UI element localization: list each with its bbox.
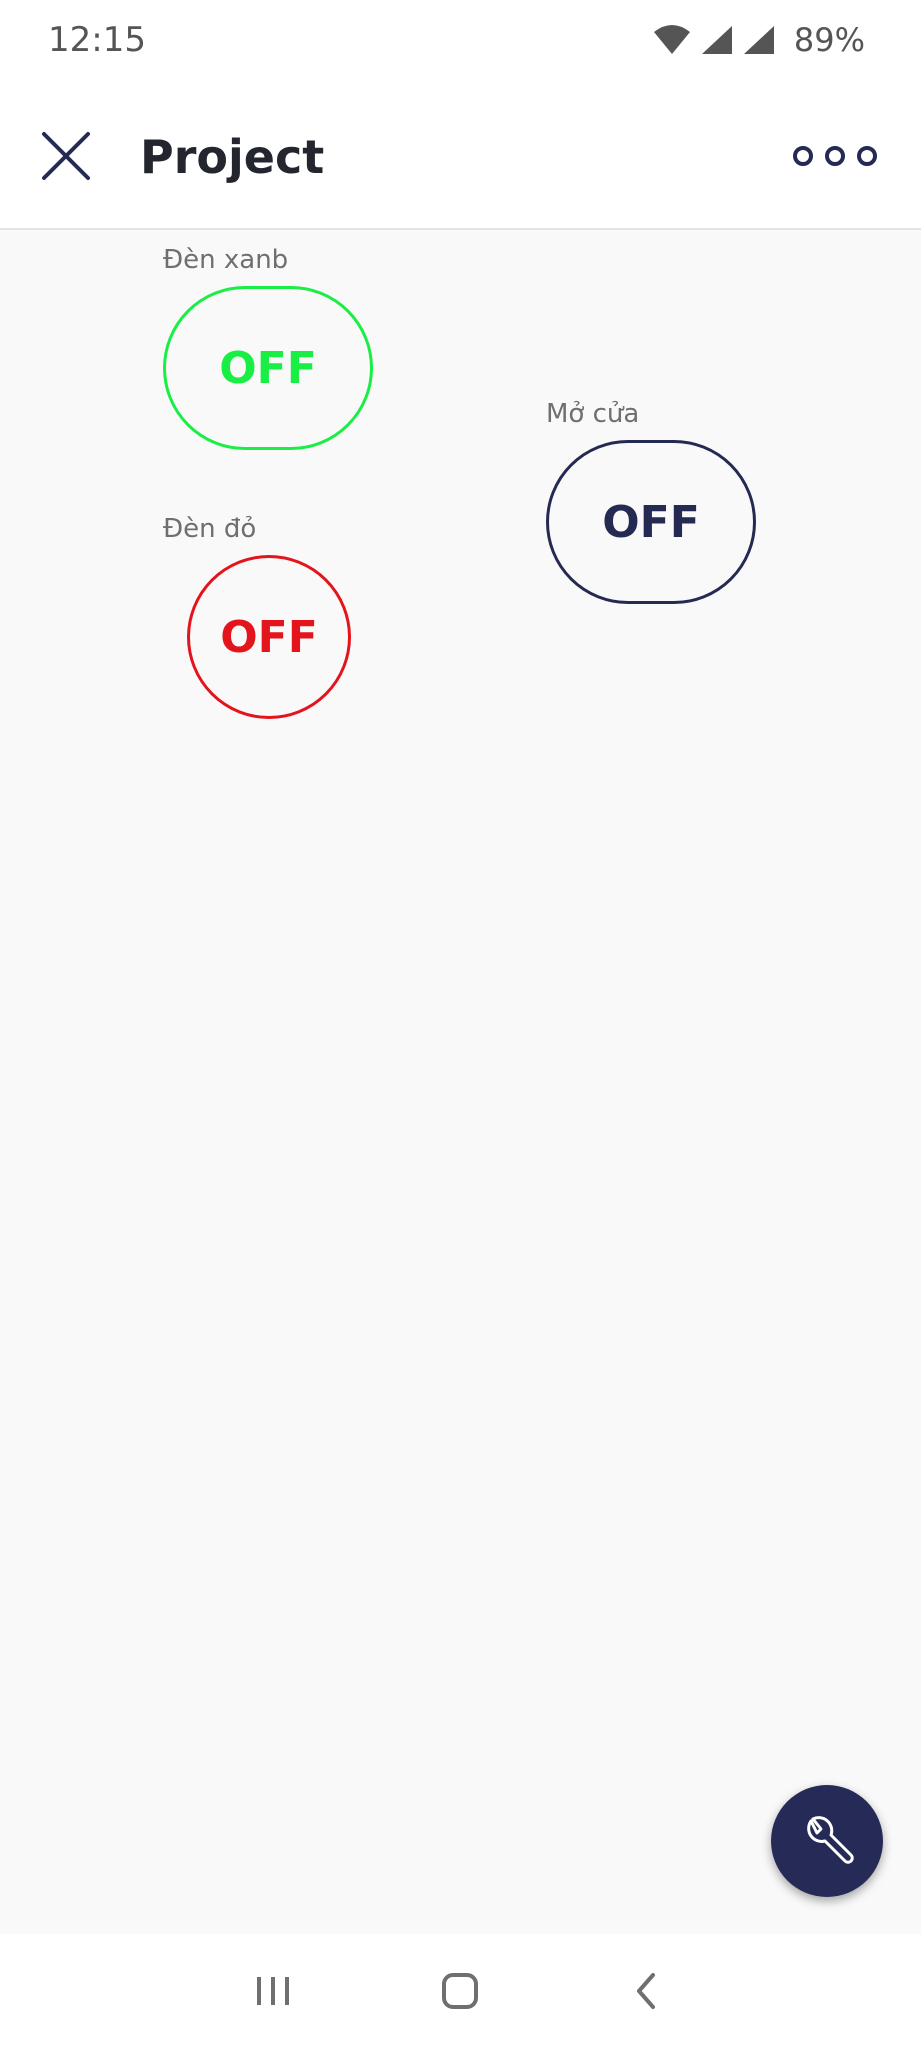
back-button[interactable] [616, 1966, 676, 2016]
recents-button[interactable] [243, 1966, 303, 2016]
page-title: Project [140, 130, 325, 184]
battery-percentage: 89% [793, 21, 865, 59]
app-screen: 12:15 89% Project Đèn xanb OFF Đèn đỏ OF… [0, 0, 921, 2048]
home-icon [442, 1973, 478, 2009]
home-button[interactable] [430, 1966, 490, 2016]
red-light-toggle-button[interactable]: OFF [187, 555, 351, 719]
signal-icon [743, 26, 774, 54]
wrench-icon [807, 1816, 854, 1864]
green-light-toggle-button[interactable]: OFF [163, 286, 373, 450]
signal-icon [701, 26, 732, 54]
more-horizontal-icon [793, 146, 877, 166]
widget-label-open-door: Mở cửa [546, 399, 640, 429]
open-door-toggle-button[interactable]: OFF [546, 440, 756, 604]
status-time: 12:15 [48, 20, 146, 60]
close-button[interactable] [36, 126, 96, 186]
edit-settings-fab[interactable] [771, 1785, 883, 1897]
recents-icon [257, 1977, 289, 2005]
status-icons: 89% [652, 20, 865, 60]
wifi-icon [653, 25, 690, 54]
system-nav-bar [0, 1934, 921, 2048]
widget-label-green-light: Đèn xanb [163, 245, 289, 275]
more-options-button[interactable] [785, 136, 885, 176]
app-bar: Project [0, 80, 921, 230]
close-icon [42, 132, 90, 180]
status-bar: 12:15 89% [0, 0, 921, 80]
back-icon [637, 1973, 655, 2009]
widget-label-red-light: Đèn đỏ [163, 514, 257, 544]
